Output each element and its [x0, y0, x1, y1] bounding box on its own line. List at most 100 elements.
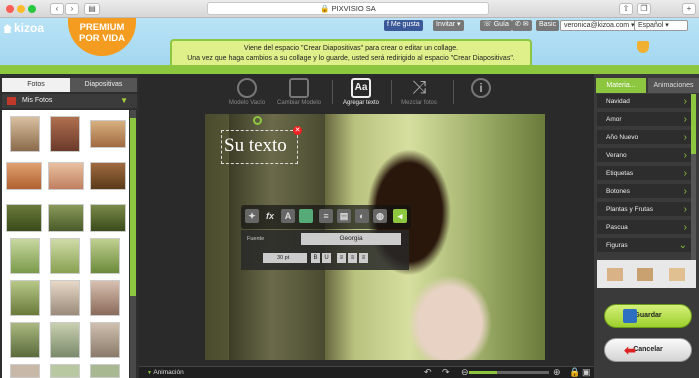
scrollbar-thumb[interactable] — [130, 118, 136, 296]
collage-canvas[interactable]: Su texto ✕ ✦ fx A ≡ ▤ ◐ ◍ ◂ Fuente Georg… — [205, 114, 545, 360]
facebook-like-button[interactable]: f Me gusta — [384, 20, 423, 31]
zoom-in-icon[interactable]: ⊕ — [553, 368, 561, 377]
photo-thumb[interactable] — [50, 280, 80, 316]
folder-selector[interactable]: Mis Fotos ▼ — [2, 94, 137, 108]
font-icon[interactable]: A — [281, 209, 295, 223]
back-icon[interactable]: ‹ — [50, 3, 64, 15]
modelo-vacio-tool[interactable]: Modelo Vacío — [223, 78, 271, 106]
tab-fotos[interactable]: Fotos — [2, 78, 70, 92]
photo-thumb[interactable] — [10, 238, 40, 274]
cancel-button[interactable]: ⬅ Cancelar — [604, 338, 692, 362]
undo-icon[interactable]: ↶ — [424, 368, 432, 377]
share-icon[interactable]: ⇧ — [619, 3, 633, 15]
figure-item[interactable] — [669, 268, 685, 281]
photo-thumb[interactable] — [50, 364, 80, 378]
photo-thumb[interactable] — [90, 162, 126, 190]
figure-item[interactable] — [637, 268, 653, 281]
minimize-window-icon[interactable] — [17, 5, 25, 13]
align-center-icon[interactable]: ≡ — [348, 253, 357, 263]
photo-thumb[interactable] — [90, 364, 120, 378]
globe-icon[interactable]: ◍ — [373, 209, 387, 223]
guide-button[interactable]: ☏ Guía — [480, 20, 512, 31]
floppy-icon — [623, 309, 637, 323]
category-verano[interactable]: Verano › — [597, 148, 691, 164]
font-size-select[interactable]: 30 pt — [263, 253, 307, 263]
info-tool[interactable]: i — [457, 78, 505, 100]
underline-icon[interactable]: U — [322, 253, 331, 263]
bold-icon[interactable]: B — [311, 253, 320, 263]
sidebar-icon[interactable]: ▤ — [84, 3, 100, 15]
browser-toolbar: ‹ › ▤ 🔒 PIXVISIO SA ⇧ ❐ + — [0, 0, 699, 18]
close-icon[interactable]: ✕ — [293, 126, 302, 135]
collapse-icon[interactable]: ◂ — [393, 209, 407, 223]
mezclar-fotos-tool[interactable]: ⤨ Mezclar fotos — [395, 78, 443, 106]
photos-scrollbar[interactable] — [130, 110, 136, 378]
zoom-slider[interactable] — [469, 371, 549, 374]
photo-thumb[interactable] — [10, 280, 40, 316]
tab-materia[interactable]: Materia... — [596, 78, 646, 93]
align-left-icon[interactable]: ≡ — [337, 253, 346, 263]
photo-thumb[interactable] — [6, 204, 42, 232]
save-button[interactable]: Guardar — [604, 304, 692, 328]
align-icon[interactable]: ≡ — [319, 209, 333, 223]
delete-icon[interactable]: ▣ — [582, 368, 591, 377]
zoom-window-icon[interactable] — [28, 5, 36, 13]
photo-thumb[interactable] — [48, 204, 84, 232]
redo-icon[interactable]: ↷ — [442, 368, 450, 377]
invite-button[interactable]: Invitar ▾ — [433, 20, 464, 31]
language-select[interactable]: Español ▾ — [634, 20, 688, 31]
tab-diapositivas[interactable]: Diapositivas — [70, 78, 137, 92]
category-pascua[interactable]: Pascua › — [597, 220, 691, 236]
photo-thumb[interactable] — [10, 322, 40, 358]
photo-thumb[interactable] — [50, 322, 80, 358]
contact-icon[interactable]: ✆ ✉ — [512, 20, 532, 31]
materials-panel: Materia... Animaciones Navidad › Amor › Añ… — [594, 74, 699, 378]
photo-thumb[interactable] — [90, 238, 120, 274]
premium-badge[interactable]: PREMIUM POR VIDA — [68, 18, 136, 56]
category-etiquetas[interactable]: Etiquetas › — [597, 166, 691, 182]
tabs-icon[interactable]: ❐ — [637, 3, 651, 15]
photo-thumb[interactable] — [10, 364, 40, 378]
effects-icon[interactable]: ✦ — [245, 209, 259, 223]
cambiar-modelo-tool[interactable]: Cambiar Modelo — [275, 78, 323, 106]
agregar-texto-tool[interactable]: Aa Agregar texto — [337, 78, 385, 106]
shadow-icon[interactable]: ▤ — [337, 209, 351, 223]
category-ano-nuevo[interactable]: Año Nuevo › — [597, 130, 691, 146]
photo-thumb[interactable] — [90, 120, 126, 148]
category-navidad[interactable]: Navidad › — [597, 94, 691, 110]
photo-thumb[interactable] — [6, 162, 42, 190]
fx-icon[interactable]: fx — [263, 209, 277, 223]
kizoa-logo[interactable]: kizoa — [3, 21, 44, 35]
category-figuras[interactable]: Figuras ⌄ — [597, 238, 691, 254]
photo-thumb[interactable] — [10, 116, 40, 152]
photo-thumb[interactable] — [90, 280, 120, 316]
photo-thumb[interactable] — [90, 204, 126, 232]
close-window-icon[interactable] — [6, 5, 14, 13]
font-select[interactable]: Georgia — [301, 233, 401, 245]
lock-layer-icon[interactable]: 🔒 — [569, 368, 580, 377]
animation-toggle[interactable]: Animación — [147, 367, 183, 378]
category-amor[interactable]: Amor › — [597, 112, 691, 128]
color-icon[interactable] — [299, 209, 313, 223]
materials-scrollbar[interactable] — [691, 94, 696, 274]
tab-animaciones[interactable]: Animaciones — [648, 78, 699, 93]
figure-item[interactable] — [607, 268, 623, 281]
address-bar[interactable]: 🔒 PIXVISIO SA — [207, 2, 489, 15]
rotate-handle-icon[interactable] — [253, 116, 262, 125]
materials-tabs: Materia... Animaciones — [596, 78, 699, 93]
forward-icon[interactable]: › — [65, 3, 79, 15]
new-tab-icon[interactable]: + — [682, 3, 696, 15]
photo-thumb[interactable] — [50, 238, 80, 274]
photo-thumb[interactable] — [90, 322, 120, 358]
scrollbar-thumb[interactable] — [691, 94, 696, 154]
category-botones[interactable]: Botones › — [597, 184, 691, 200]
info-icon: i — [471, 78, 491, 98]
photo-thumb[interactable] — [50, 116, 80, 152]
account-email[interactable]: veronica@kizoa.com ▾ — [560, 20, 639, 31]
opacity-icon[interactable]: ◐ — [355, 209, 369, 223]
text-layer[interactable]: Su texto — [221, 130, 298, 164]
photo-thumb[interactable] — [48, 162, 84, 190]
category-plantas-frutas[interactable]: Plantas y Frutas › — [597, 202, 691, 218]
align-right-icon[interactable]: ≡ — [359, 253, 368, 263]
zoom-out-icon[interactable]: ⊖ — [461, 368, 469, 377]
